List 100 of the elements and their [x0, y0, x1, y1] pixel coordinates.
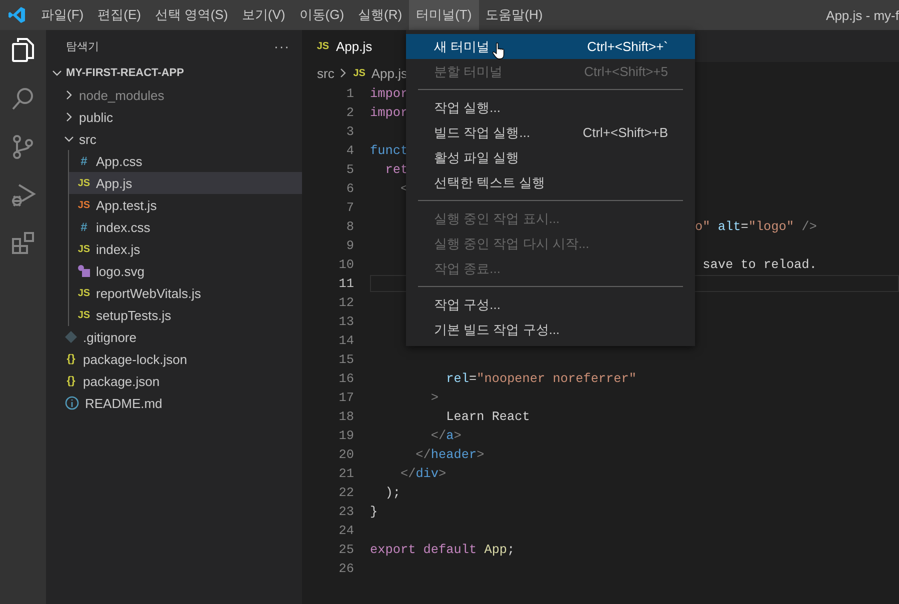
menu-item[interactable]: 빌드 작업 실행... Ctrl+<Shift>+B	[406, 120, 695, 145]
project-header[interactable]: MY-FIRST-REACT-APP	[46, 62, 302, 84]
code-line: o" alt="logo" />	[695, 219, 817, 234]
menu-item[interactable]: 작업 구성...	[406, 292, 695, 317]
code-line: impor	[370, 105, 408, 120]
line-number: 14	[338, 333, 354, 348]
line-number: 6	[345, 181, 354, 196]
file-item[interactable]: README.md	[46, 392, 302, 414]
hash-icon: #	[77, 220, 91, 234]
line-number: 11	[338, 276, 354, 291]
file-item[interactable]: .gitignore	[46, 326, 302, 348]
sidebar-title: 탐색기	[66, 40, 99, 54]
js-file-icon: JS	[77, 288, 91, 298]
code-line: funct	[370, 143, 408, 158]
file-item[interactable]: # App.css	[69, 150, 302, 172]
chevron-right-icon[interactable]	[64, 90, 74, 100]
code-line: </a>	[430, 428, 462, 443]
chevron-right-icon	[339, 68, 348, 78]
file-item[interactable]: JS index.js	[69, 238, 302, 260]
menu-item[interactable]: 작업 실행...	[406, 95, 695, 120]
code-line: Learn React	[445, 409, 530, 424]
code-line: >	[430, 390, 439, 405]
code-line: export default App;	[370, 542, 515, 557]
shortcut-label: Ctrl+<Shift>+5	[584, 64, 668, 79]
line-number: 24	[338, 523, 354, 538]
code-line: );	[384, 485, 400, 500]
file-item[interactable]: logo.svg	[69, 260, 302, 282]
braces-icon: {}	[64, 353, 78, 365]
code-line: }	[370, 504, 378, 519]
menu-item[interactable]: 기본 빌드 작업 구성...	[406, 317, 695, 342]
file-item[interactable]: {} package.json	[46, 370, 302, 392]
run-debug-icon[interactable]	[10, 182, 36, 208]
js-file-icon: JS	[77, 244, 91, 254]
menu-item[interactable]: 활성 파일 실행	[406, 145, 695, 170]
js-file-icon: JS	[77, 310, 91, 320]
menu-item[interactable]: 선택 영역(S)	[148, 0, 235, 30]
shortcut-label: Ctrl+<Shift>+`	[587, 39, 668, 54]
line-number: 18	[338, 409, 354, 424]
file-item[interactable]: JS reportWebVitals.js	[69, 282, 302, 304]
code-line: ret	[384, 162, 408, 177]
menu-item[interactable]: 선택한 텍스트 실행	[406, 170, 695, 195]
line-number: 13	[338, 314, 354, 329]
line-number: 25	[338, 542, 354, 557]
menu-item[interactable]: 실행(R)	[351, 0, 410, 30]
line-number: 2	[345, 105, 354, 120]
line-number: 12	[338, 295, 354, 310]
more-actions-button[interactable]: ···	[274, 38, 290, 54]
js-file-icon: JS	[352, 68, 366, 78]
window-title: App.js - my-f	[826, 6, 899, 25]
extensions-icon[interactable]	[10, 230, 36, 256]
file-item[interactable]: JS App.test.js	[69, 194, 302, 216]
line-number: 15	[338, 352, 354, 367]
menu-item[interactable]: 편집(E)	[90, 0, 148, 30]
menu-item[interactable]: 파일(F)	[34, 0, 91, 30]
line-number: 5	[345, 162, 354, 177]
file-item[interactable]: JS App.js	[69, 172, 302, 194]
image-file-icon	[78, 265, 90, 277]
chevron-right-icon[interactable]	[64, 112, 74, 122]
menu-item[interactable]: 이동(G)	[292, 0, 352, 30]
menu-item[interactable]: 새 터미널 Ctrl+<Shift>+`	[406, 34, 695, 59]
code-line: impor	[370, 86, 408, 101]
line-number: 7	[345, 200, 354, 215]
chevron-down-icon[interactable]	[64, 134, 74, 144]
line-number: 19	[338, 428, 354, 443]
js-file-icon: JS	[77, 178, 91, 188]
folder-item[interactable]: node_modules	[46, 84, 302, 106]
info-icon	[65, 396, 79, 410]
line-number: 17	[338, 390, 354, 405]
braces-icon: {}	[64, 375, 78, 387]
line-number: 9	[345, 238, 354, 253]
branch-icon[interactable]	[11, 134, 35, 160]
line-number: 4	[345, 143, 354, 158]
code-line: </div>	[399, 466, 446, 481]
breadcrumb-folder[interactable]: src	[317, 66, 334, 80]
folder-item[interactable]: src	[46, 128, 302, 150]
line-number: 26	[338, 561, 354, 576]
shortcut-label: Ctrl+<Shift>+B	[582, 125, 668, 140]
line-number: 20	[338, 447, 354, 462]
search-icon[interactable]	[10, 86, 36, 112]
files-icon[interactable]	[10, 36, 36, 64]
line-number: 16	[338, 371, 354, 386]
breadcrumb-file[interactable]: App.js	[371, 66, 408, 80]
app-logo-icon	[8, 6, 26, 24]
code-line: save to reload.	[702, 257, 817, 272]
line-number: 22	[338, 485, 354, 500]
pointer-hand-icon	[492, 42, 506, 60]
menu-item[interactable]: 보기(V)	[234, 0, 292, 30]
js-file-icon: JS	[77, 200, 91, 210]
hash-icon: #	[77, 154, 91, 168]
line-number: 1	[345, 86, 354, 101]
file-item[interactable]: {} package-lock.json	[46, 348, 302, 370]
folder-item[interactable]: public	[46, 106, 302, 128]
chevron-down-icon[interactable]	[52, 68, 62, 78]
menu-item[interactable]: 터미널(T)	[409, 0, 479, 30]
line-number: 8	[345, 219, 354, 234]
editor-tab[interactable]: JS App.js	[302, 30, 406, 62]
file-item[interactable]: JS setupTests.js	[69, 304, 302, 326]
menu-item[interactable]: 도움말(H)	[478, 0, 550, 30]
file-item[interactable]: # index.css	[69, 216, 302, 238]
line-number: 21	[338, 466, 354, 481]
